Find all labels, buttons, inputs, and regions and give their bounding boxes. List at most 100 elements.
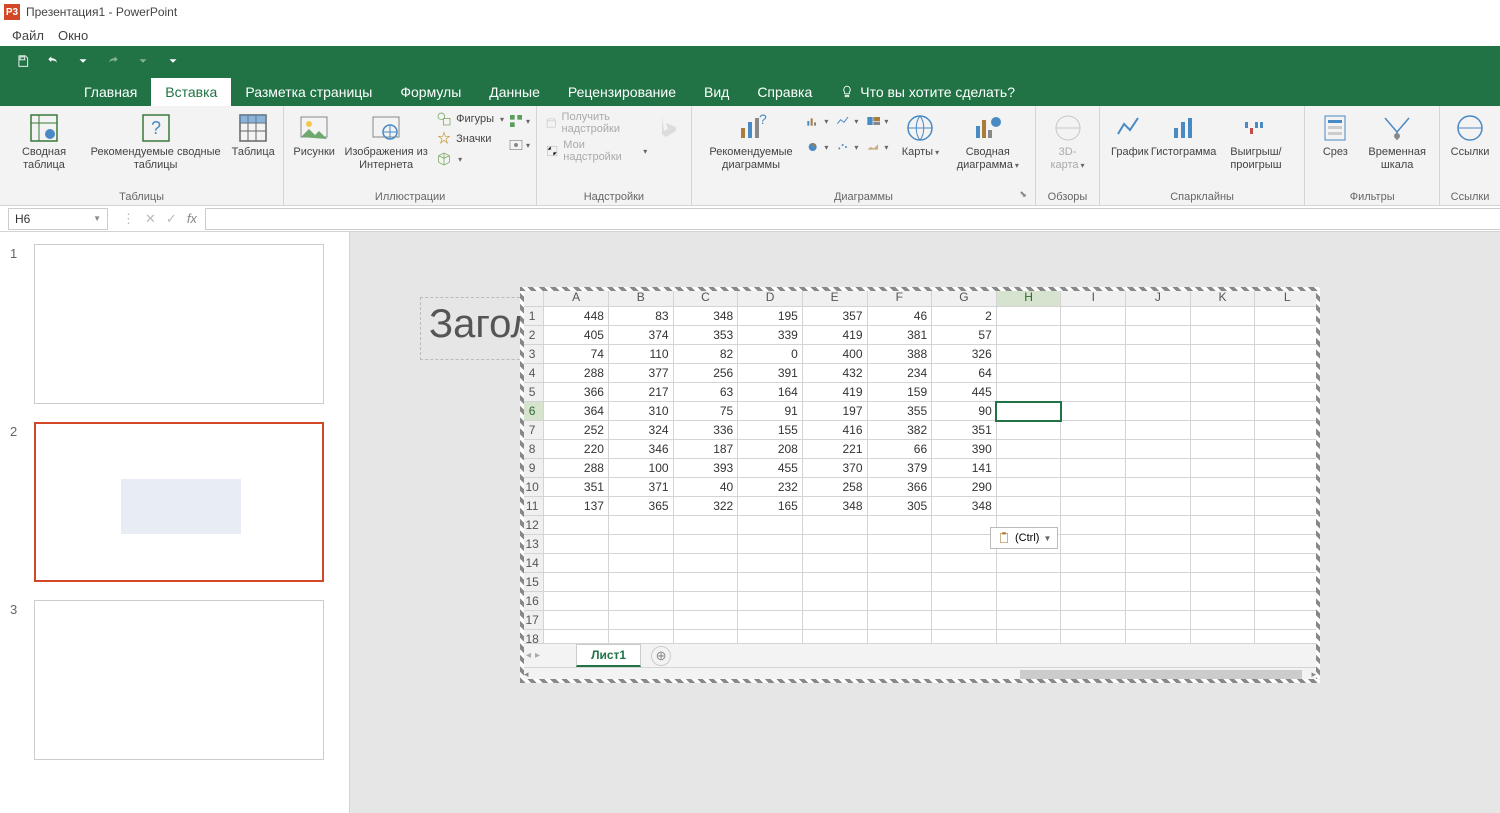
cell-A3[interactable]: 74	[544, 345, 609, 364]
row-header-1[interactable]: 1	[521, 307, 544, 326]
cell-J8[interactable]	[1126, 440, 1191, 459]
cell-D10[interactable]: 232	[738, 478, 803, 497]
paste-options-flyout[interactable]: (Ctrl) ▼	[990, 527, 1058, 549]
cell-E11[interactable]: 348	[802, 497, 867, 516]
cell-C9[interactable]: 393	[673, 459, 738, 478]
tab-вид[interactable]: Вид	[690, 78, 743, 106]
cell-G1[interactable]: 2	[932, 307, 997, 326]
row-header-16[interactable]: 16	[521, 592, 544, 611]
cell-G6[interactable]: 90	[932, 402, 997, 421]
cell-D13[interactable]	[738, 535, 803, 554]
cell-L2[interactable]	[1255, 326, 1320, 345]
cell-A16[interactable]	[544, 592, 609, 611]
cell-F5[interactable]: 159	[867, 383, 932, 402]
cell-C5[interactable]: 63	[673, 383, 738, 402]
cell-H9[interactable]	[996, 459, 1061, 478]
3d-map-button[interactable]: 3D- карта	[1042, 110, 1093, 173]
cell-E15[interactable]	[802, 573, 867, 592]
cell-J3[interactable]	[1126, 345, 1191, 364]
name-box[interactable]: H6 ▼	[8, 208, 108, 230]
cell-K7[interactable]	[1190, 421, 1255, 440]
cell-J5[interactable]	[1126, 383, 1191, 402]
cell-A15[interactable]	[544, 573, 609, 592]
column-header-F[interactable]: F	[867, 288, 932, 307]
cell-J10[interactable]	[1126, 478, 1191, 497]
cell-C11[interactable]: 322	[673, 497, 738, 516]
3d-models-button[interactable]	[434, 150, 506, 168]
sheet-nav-buttons[interactable]: ◂▸	[520, 650, 546, 661]
cell-H3[interactable]	[996, 345, 1061, 364]
slide-title-placeholder[interactable]: Заголовок слайда	[420, 297, 530, 360]
cell-L16[interactable]	[1255, 592, 1320, 611]
tab-справка[interactable]: Справка	[743, 78, 826, 106]
cell-B17[interactable]	[608, 611, 673, 630]
cell-B16[interactable]	[608, 592, 673, 611]
column-header-D[interactable]: D	[738, 288, 803, 307]
cell-C8[interactable]: 187	[673, 440, 738, 459]
cell-K1[interactable]	[1190, 307, 1255, 326]
cell-B11[interactable]: 365	[608, 497, 673, 516]
cell-D1[interactable]: 195	[738, 307, 803, 326]
cell-B18[interactable]	[608, 630, 673, 644]
cell-A17[interactable]	[544, 611, 609, 630]
cell-K14[interactable]	[1190, 554, 1255, 573]
cell-F16[interactable]	[867, 592, 932, 611]
cell-D11[interactable]: 165	[738, 497, 803, 516]
cell-C10[interactable]: 40	[673, 478, 738, 497]
column-header-L[interactable]: L	[1255, 288, 1320, 307]
cell-D12[interactable]	[738, 516, 803, 535]
cell-H11[interactable]	[996, 497, 1061, 516]
cell-H16[interactable]	[996, 592, 1061, 611]
cell-G2[interactable]: 57	[932, 326, 997, 345]
cell-G13[interactable]	[932, 535, 997, 554]
column-header-A[interactable]: A	[544, 288, 609, 307]
pivot-table-button[interactable]: Сводная таблица	[6, 110, 82, 173]
qat-customize[interactable]	[162, 50, 184, 72]
cell-H14[interactable]	[996, 554, 1061, 573]
cell-I9[interactable]	[1061, 459, 1126, 478]
smartart-button[interactable]	[508, 110, 530, 132]
cell-A18[interactable]	[544, 630, 609, 644]
cell-F11[interactable]: 305	[867, 497, 932, 516]
cell-E3[interactable]: 400	[802, 345, 867, 364]
cell-D2[interactable]: 339	[738, 326, 803, 345]
row-header-9[interactable]: 9	[521, 459, 544, 478]
redo-dropdown[interactable]	[132, 50, 154, 72]
menu-window[interactable]: Окно	[58, 28, 88, 43]
embedded-excel-object[interactable]: ABCDEFGHIJKL 144883348195357462240537435…	[520, 287, 1320, 683]
cell-A10[interactable]: 351	[544, 478, 609, 497]
cell-G10[interactable]: 290	[932, 478, 997, 497]
cell-D15[interactable]	[738, 573, 803, 592]
cell-H18[interactable]	[996, 630, 1061, 644]
cell-I17[interactable]	[1061, 611, 1126, 630]
cell-D4[interactable]: 391	[738, 364, 803, 383]
cell-D3[interactable]: 0	[738, 345, 803, 364]
cell-G16[interactable]	[932, 592, 997, 611]
cell-F2[interactable]: 381	[867, 326, 932, 345]
cell-A1[interactable]: 448	[544, 307, 609, 326]
cell-L7[interactable]	[1255, 421, 1320, 440]
slicer-button[interactable]: Срез	[1311, 110, 1359, 161]
row-header-3[interactable]: 3	[521, 345, 544, 364]
cell-C12[interactable]	[673, 516, 738, 535]
cell-B1[interactable]: 83	[608, 307, 673, 326]
column-header-E[interactable]: E	[802, 288, 867, 307]
line-chart-button[interactable]	[836, 110, 858, 132]
online-pictures-button[interactable]: Изображения из Интернета	[340, 110, 432, 173]
cell-J2[interactable]	[1126, 326, 1191, 345]
horizontal-scrollbar[interactable]: ◂▸	[520, 667, 1320, 683]
row-header-10[interactable]: 10	[521, 478, 544, 497]
redo-button[interactable]	[102, 50, 124, 72]
cell-B2[interactable]: 374	[608, 326, 673, 345]
cell-J16[interactable]	[1126, 592, 1191, 611]
cell-F4[interactable]: 234	[867, 364, 932, 383]
cell-E14[interactable]	[802, 554, 867, 573]
cell-A9[interactable]: 288	[544, 459, 609, 478]
cell-H7[interactable]	[996, 421, 1061, 440]
cell-B5[interactable]: 217	[608, 383, 673, 402]
cell-D8[interactable]: 208	[738, 440, 803, 459]
row-header-14[interactable]: 14	[521, 554, 544, 573]
cell-L17[interactable]	[1255, 611, 1320, 630]
cell-K5[interactable]	[1190, 383, 1255, 402]
cell-J18[interactable]	[1126, 630, 1191, 644]
